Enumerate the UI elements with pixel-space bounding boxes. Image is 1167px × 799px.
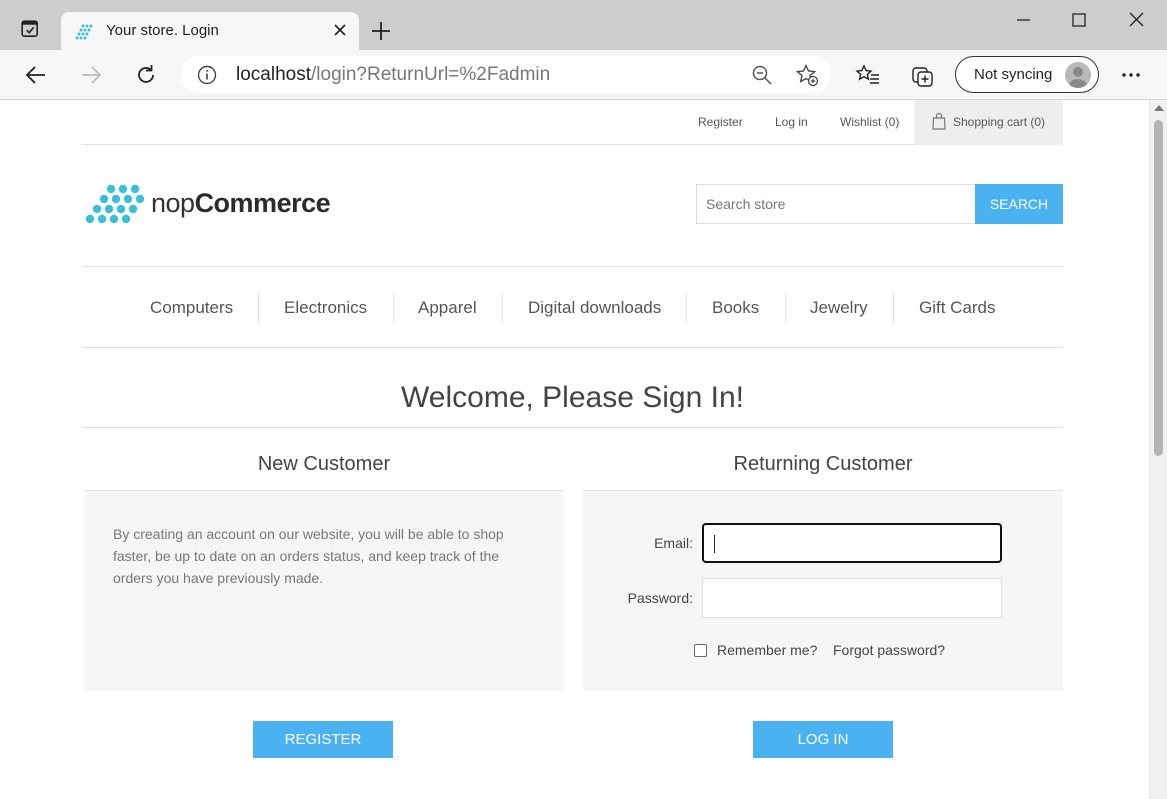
- collections-icon[interactable]: [910, 62, 936, 88]
- shopping-bag-icon: [932, 112, 946, 130]
- forgot-password-link[interactable]: Forgot password?: [833, 642, 945, 658]
- site-info-icon[interactable]: [197, 65, 217, 85]
- register-link[interactable]: Register: [698, 115, 743, 129]
- remember-me-label[interactable]: Remember me?: [717, 642, 817, 658]
- scroll-up-arrow-icon[interactable]: [1154, 105, 1164, 111]
- search-button[interactable]: SEARCH: [975, 184, 1063, 224]
- zoom-out-icon[interactable]: [751, 64, 773, 86]
- menu-separator: [258, 293, 259, 323]
- email-label: Email:: [654, 535, 693, 551]
- back-arrow-icon[interactable]: [24, 63, 48, 87]
- menu-item-gift-cards[interactable]: Gift Cards: [919, 298, 996, 318]
- login-button[interactable]: LOG IN: [753, 721, 893, 758]
- address-bar[interactable]: localhost/login?ReturnUrl=%2Fadmin: [181, 56, 831, 93]
- menu-separator: [785, 293, 786, 323]
- forward-arrow-icon: [82, 66, 102, 84]
- favorites-icon[interactable]: [855, 62, 881, 88]
- returning-customer-panel: Email: Password: Remember me? Forgot pas…: [583, 490, 1063, 691]
- browser-toolbar: localhost/login?ReturnUrl=%2Fadmin Not s…: [0, 50, 1167, 100]
- new-tab-icon[interactable]: [370, 20, 392, 42]
- close-tab-icon[interactable]: [333, 23, 347, 37]
- logo-suffix: Commerce: [194, 188, 331, 218]
- new-customer-title: New Customer: [257, 453, 391, 475]
- add-favorite-icon[interactable]: [795, 63, 819, 87]
- url-host: localhost: [236, 64, 311, 85]
- menu-separator: [893, 293, 894, 323]
- password-field[interactable]: [702, 578, 1002, 618]
- refresh-icon[interactable]: [134, 63, 158, 87]
- login-link[interactable]: Log in: [775, 115, 808, 129]
- user-avatar-icon: [1069, 67, 1087, 88]
- avatar: [1065, 62, 1091, 88]
- tab-actions-icon[interactable]: [16, 15, 46, 45]
- store-logo[interactable]: nopCommerce: [85, 184, 335, 230]
- menu-item-apparel[interactable]: Apparel: [418, 298, 477, 318]
- page-title: Welcome, Please Sign In!: [401, 381, 744, 414]
- maximize-icon[interactable]: [1069, 10, 1089, 30]
- shopping-cart-label: Shopping cart (0): [953, 115, 1046, 129]
- logo-prefix: nop: [151, 188, 195, 218]
- menu-item-electronics[interactable]: Electronics: [284, 298, 367, 318]
- menu-item-computers[interactable]: Computers: [150, 298, 233, 318]
- shopping-cart-link[interactable]: Shopping cart (0): [915, 100, 1063, 145]
- password-label: Password:: [627, 590, 693, 606]
- minimize-icon[interactable]: [1014, 10, 1034, 30]
- sync-label: Not syncing: [974, 66, 1053, 83]
- url-text: localhost/login?ReturnUrl=%2Fadmin: [236, 64, 550, 86]
- vertical-scrollbar[interactable]: [1149, 100, 1167, 799]
- header-links: Register Log in Wishlist (0) Shopping ca…: [82, 100, 1063, 145]
- logo-text: nopCommerce: [151, 188, 331, 219]
- browser-tab-strip: Your store. Login: [0, 0, 1167, 52]
- new-customer-panel: By creating an account on our website, y…: [84, 490, 564, 691]
- title-divider: [82, 427, 1063, 428]
- profile-sync-button[interactable]: Not syncing: [955, 56, 1099, 93]
- email-field[interactable]: [702, 523, 1002, 563]
- menu-item-digital-downloads[interactable]: Digital downloads: [528, 298, 661, 318]
- scrollbar-thumb[interactable]: [1154, 120, 1163, 456]
- menu-item-books[interactable]: Books: [712, 298, 759, 318]
- top-menu: Computers Electronics Apparel Digital do…: [82, 266, 1063, 348]
- menu-item-jewelry[interactable]: Jewelry: [810, 298, 868, 318]
- tab-title: Your store. Login: [106, 22, 219, 39]
- close-window-icon[interactable]: [1127, 10, 1147, 30]
- new-customer-text: By creating an account on our website, y…: [113, 526, 504, 586]
- search-input[interactable]: [696, 184, 976, 224]
- text-caret: [714, 535, 715, 553]
- register-button[interactable]: REGISTER: [253, 721, 393, 758]
- nopcommerce-logo-icon: [85, 184, 145, 224]
- menu-separator: [393, 293, 394, 323]
- menu-separator: [686, 293, 687, 323]
- page-viewport: Register Log in Wishlist (0) Shopping ca…: [0, 100, 1149, 799]
- remember-me-checkbox[interactable]: [694, 644, 707, 657]
- returning-customer-title: Returning Customer: [733, 453, 913, 475]
- nopcommerce-favicon: [75, 24, 93, 40]
- url-path: /login?ReturnUrl=%2Fadmin: [311, 64, 551, 85]
- wishlist-link[interactable]: Wishlist (0): [840, 115, 899, 129]
- more-options-icon[interactable]: [1121, 72, 1141, 78]
- menu-separator: [502, 293, 503, 323]
- browser-tab[interactable]: Your store. Login: [61, 12, 359, 52]
